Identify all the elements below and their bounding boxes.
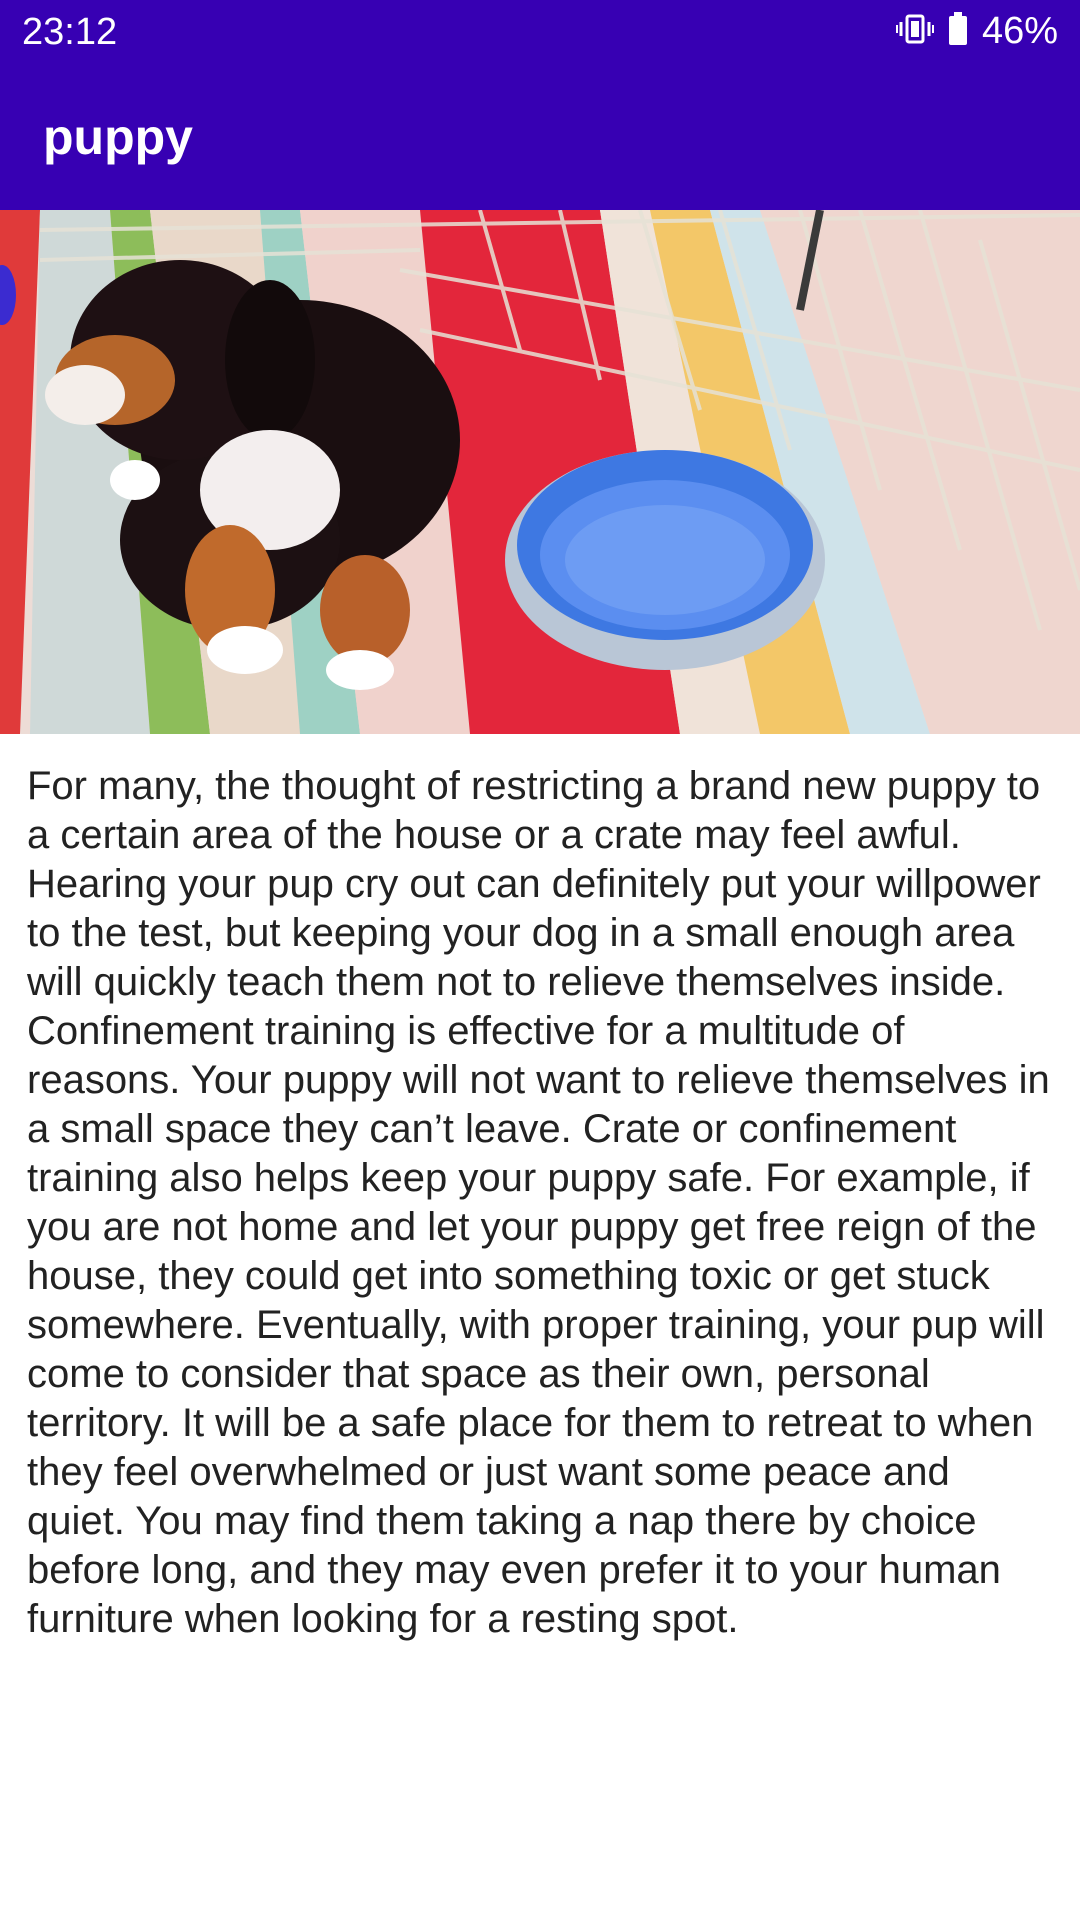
status-icons: 46% [895, 10, 1058, 52]
vibrate-icon [895, 14, 934, 49]
puppy-photo-illustration [0, 210, 1080, 734]
app-bar: puppy [0, 63, 1080, 210]
article-body: For many, the thought of restricting a b… [27, 764, 1050, 1641]
status-time: 23:12 [22, 11, 118, 53]
puppy-image [0, 210, 1080, 734]
battery-icon [948, 11, 968, 51]
battery-percent: 46% [981, 10, 1058, 52]
status-bar: 23:12 46% [0, 0, 1080, 63]
page-title: puppy [43, 109, 193, 165]
